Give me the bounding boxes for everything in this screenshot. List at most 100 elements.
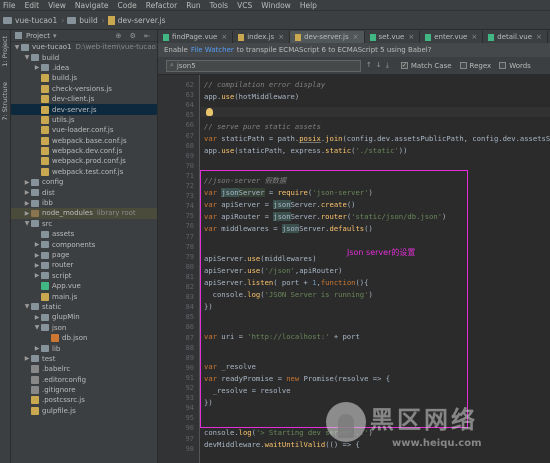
expand-right-icon[interactable]: ▶ [23,189,31,196]
tree-item[interactable]: ▶ page [11,250,157,260]
tree-item[interactable]: ▼ build [11,52,157,62]
expand-right-icon[interactable]: ▶ [23,355,31,362]
tab-index-js[interactable]: index.js × [233,31,291,43]
tree-item[interactable]: utils.js [11,115,157,125]
file-watcher-link[interactable]: File Watcher [191,46,234,54]
navigation-bar: vue-tucao1 › build › dev-server.js [0,11,550,30]
tree-item[interactable]: ▶ ibb [11,198,157,208]
tab-findpage-vue[interactable]: findPage.vue × [158,31,234,43]
tree-item[interactable]: db.json [11,333,157,343]
tree-item[interactable]: dev-server.js [11,104,157,115]
search-input[interactable]: ⌕ json5 [166,59,361,72]
tree-item-label: node_modules [42,209,93,218]
tree-item[interactable]: webpack.test.conf.js [11,167,157,177]
tree-item[interactable]: vue-loader.conf.js [11,125,157,135]
expand-down-icon[interactable]: ▼ [33,324,41,331]
tree-item[interactable]: .postcssrc.js [11,395,157,405]
expand-down-icon[interactable]: ▼ [13,44,21,51]
breadcrumb-build[interactable]: build › [67,16,105,25]
line-number: 74 [185,202,194,211]
folder-icon [21,43,29,51]
menu-item-view[interactable]: View [48,1,66,10]
close-icon[interactable]: × [536,33,542,41]
expand-down-icon[interactable]: ▼ [23,303,31,310]
expand-right-icon[interactable]: ▶ [33,262,41,269]
tree-item[interactable]: App.vue [11,281,157,291]
tree-item[interactable]: ▶ lib [11,343,157,353]
tree-item[interactable]: ▶ .idea [11,63,157,73]
tree-item[interactable]: ▶ glupMin [11,312,157,322]
menu-item-run[interactable]: Run [186,1,200,10]
tab-dev-server-js[interactable]: dev-server.js × [290,31,365,43]
tree-item[interactable]: webpack.base.conf.js [11,136,157,146]
close-icon[interactable]: × [408,33,414,41]
menu-item-help[interactable]: Help [300,1,317,10]
menu-item-edit[interactable]: Edit [25,1,40,10]
tree-item[interactable]: ▶ test [11,354,157,364]
expand-right-icon[interactable]: ▶ [33,272,41,279]
menu-item-vcs[interactable]: VCS [237,1,252,10]
tree-item[interactable]: dev-client.js [11,94,157,104]
chevron-down-icon[interactable]: ▾ [53,32,57,40]
tree-item[interactable]: webpack.prod.conf.js [11,156,157,166]
menu-item-code[interactable]: Code [118,1,137,10]
tree-item[interactable]: ▶ dist [11,187,157,197]
words-option[interactable]: Words [499,62,531,70]
expand-right-icon[interactable]: ▶ [33,252,41,259]
line-number: 71 [185,171,194,180]
tree-item[interactable]: webpack.dev.conf.js [11,146,157,156]
expand-right-icon[interactable]: ▶ [23,200,31,207]
menu-item-navigate[interactable]: Navigate [75,1,109,10]
tree-item[interactable]: ▶ script [11,271,157,281]
expand-right-icon[interactable]: ▶ [33,345,41,352]
close-icon[interactable]: × [278,33,284,41]
menu-item-refactor[interactable]: Refactor [146,1,177,10]
expand-right-icon[interactable]: ▶ [33,64,41,71]
menu-item-tools[interactable]: Tools [210,1,228,10]
tree-item[interactable]: ▼ src [11,219,157,229]
tree-item[interactable]: check-versions.js [11,84,157,94]
structure-tool-tab[interactable]: 7: Structure [1,82,9,121]
tree-item-label: webpack.dev.conf.js [52,147,123,156]
tree-item[interactable]: .editorconfig [11,375,157,385]
menu-item-window[interactable]: Window [261,1,291,10]
tree-item[interactable]: ▶ router [11,260,157,270]
project-tool-tab[interactable]: 1: Project [1,36,9,67]
regex-option[interactable]: Regex [459,62,491,70]
vue-file-icon [41,282,49,291]
tree-item[interactable]: gulpfile.js [11,406,157,416]
tree-item[interactable]: .gitignore [11,385,157,395]
tree-item[interactable]: ▶ components [11,239,157,249]
project-view-selector[interactable]: Project [26,32,50,40]
close-icon[interactable]: × [471,33,477,41]
code-line: var staticPath = path.posix.join(config.… [204,134,550,143]
tree-item[interactable]: ▼ vue-tucao1 D:\web-item\vue-tucao1 [11,42,157,52]
tree-item-label: .postcssrc.js [42,396,85,405]
breadcrumb-project[interactable]: vue-tucao1 › [3,16,64,25]
tree-item[interactable]: ▶ node_modules library root [11,208,157,219]
tab-detail-vue[interactable]: detail.vue × [483,31,548,43]
breadcrumb-file[interactable]: dev-server.js [107,15,166,25]
tree-item[interactable]: ▼ json [11,323,157,333]
tree-item[interactable]: assets [11,229,157,239]
expand-down-icon[interactable]: ▼ [23,54,31,61]
search-navigation-icon[interactable]: ↑↓⤓ [366,61,393,70]
expand-right-icon[interactable]: ▶ [23,210,31,217]
match-case-option[interactable]: ✓ Match Case [400,62,452,70]
tree-item[interactable]: .babelrc [11,364,157,374]
expand-right-icon[interactable]: ▶ [33,241,41,248]
close-icon[interactable]: × [221,33,227,41]
expand-right-icon[interactable]: ▶ [33,314,41,321]
menu-item-file[interactable]: File [3,1,16,10]
expand-right-icon[interactable]: ▶ [23,179,31,186]
tab-set-vue[interactable]: set.vue × [365,31,421,43]
tree-item[interactable]: ▶ config [11,177,157,187]
expand-down-icon[interactable]: ▼ [23,220,31,227]
tree-item[interactable]: build.js [11,73,157,83]
tree-item[interactable]: ▼ static [11,302,157,312]
panel-settings-icon[interactable]: ⊕ ⚙ ⇤ [116,32,153,40]
close-icon[interactable]: × [353,33,359,41]
line-number: 64 [185,101,194,110]
tab-enter-vue[interactable]: enter.vue × [420,31,484,43]
tree-item[interactable]: main.js [11,291,157,301]
